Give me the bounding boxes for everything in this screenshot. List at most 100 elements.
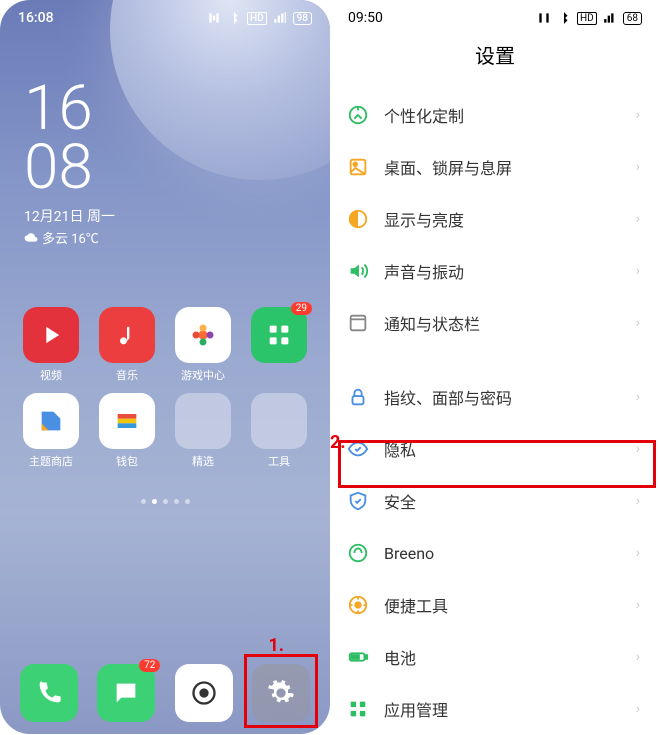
notify-icon <box>346 311 370 335</box>
setting-row-contrast[interactable]: 显示与亮度 › <box>342 193 648 245</box>
badge: 72 <box>139 659 160 672</box>
flower-icon <box>189 321 217 349</box>
hd-icon: HD <box>577 12 597 25</box>
chevron-right-icon: › <box>636 701 640 717</box>
camera-icon <box>190 679 218 707</box>
app-unknown[interactable]: 29 <box>244 307 314 383</box>
apps-row-1: 视频 音乐 游戏中心 29 主题商店 钱包 <box>0 247 330 475</box>
picture-icon <box>346 155 370 179</box>
page-indicator <box>0 499 330 504</box>
dock-messages[interactable]: 72 <box>97 664 155 722</box>
dock-camera[interactable] <box>175 664 233 722</box>
date-label: 12月21日 周一 <box>24 206 330 226</box>
hd-icon: HD <box>247 12 267 25</box>
setting-label: 声音与振动 <box>384 259 636 283</box>
grid-icon <box>265 321 293 349</box>
chat-icon <box>112 679 140 707</box>
app-game-center[interactable]: 游戏中心 <box>168 307 238 383</box>
chevron-right-icon: › <box>636 211 640 227</box>
setting-row-lock[interactable]: 指纹、面部与密码 › <box>342 371 648 423</box>
chevron-right-icon: › <box>636 263 640 279</box>
setting-label: 电池 <box>384 645 636 669</box>
setting-row-battery[interactable]: 电池 › <box>342 631 648 683</box>
setting-row-privacy[interactable]: 隐私 › <box>342 423 648 475</box>
nfc-icon <box>207 11 221 25</box>
step-2-label: 2. <box>330 432 346 453</box>
bluetooth-icon <box>557 11 571 25</box>
setting-label: 便捷工具 <box>384 593 636 617</box>
app-video[interactable]: 视频 <box>16 307 86 383</box>
clock-minutes: 08 <box>24 139 330 198</box>
chevron-right-icon: › <box>636 441 640 457</box>
setting-label: 个性化定制 <box>384 103 636 127</box>
setting-row-breeno[interactable]: Breeno › <box>342 527 648 579</box>
folder-featured[interactable]: 精选 <box>168 393 238 469</box>
home-screen: 16:08 HD 98 16 08 12月21日 周一 多云 16℃ 视频 音乐… <box>0 0 330 734</box>
status-time: 16:08 <box>18 10 54 26</box>
setting-row-picture[interactable]: 桌面、锁屏与息屏 › <box>342 141 648 193</box>
battery-icon <box>346 645 370 669</box>
status-bar-left: 16:08 HD 98 <box>0 0 330 30</box>
page-title: 设置 <box>330 30 660 89</box>
settings-screen: 09:50 HD 68 设置 个性化定制 › 桌面、锁屏与息屏 › 显示与亮度 … <box>330 0 660 734</box>
status-icons-left: HD 98 <box>207 10 312 26</box>
compass-icon <box>346 103 370 127</box>
brush-icon <box>37 407 65 435</box>
apps-icon <box>346 697 370 721</box>
chevron-right-icon: › <box>636 597 640 613</box>
setting-label: 通知与状态栏 <box>384 311 636 335</box>
setting-row-notify[interactable]: 通知与状态栏 › <box>342 297 648 349</box>
music-note-icon <box>113 321 141 349</box>
app-music[interactable]: 音乐 <box>92 307 162 383</box>
lock-icon <box>346 385 370 409</box>
chevron-right-icon: › <box>636 315 640 331</box>
bluetooth-icon <box>227 11 241 25</box>
badge: 29 <box>291 302 312 315</box>
chevron-right-icon: › <box>636 107 640 123</box>
app-theme-store[interactable]: 主题商店 <box>16 393 86 469</box>
phone-icon <box>35 679 63 707</box>
chevron-right-icon: › <box>636 159 640 175</box>
breeno-icon <box>346 541 370 565</box>
setting-label: 隐私 <box>384 437 636 461</box>
chevron-right-icon: › <box>636 545 640 561</box>
setting-label: Breeno <box>384 544 636 563</box>
battery-icon: 98 <box>293 12 312 25</box>
signal-icon <box>603 11 617 25</box>
play-icon <box>37 321 65 349</box>
setting-row-sound[interactable]: 声音与振动 › <box>342 245 648 297</box>
setting-label: 安全 <box>384 489 636 513</box>
status-bar-right: 09:50 HD 68 <box>330 0 660 30</box>
folder-tools[interactable]: 工具 <box>244 393 314 469</box>
step-1-label: 1. <box>268 635 284 656</box>
privacy-icon <box>346 437 370 461</box>
battery-icon: 68 <box>623 12 642 25</box>
contrast-icon <box>346 207 370 231</box>
dock-phone[interactable] <box>20 664 78 722</box>
wallet-icon <box>113 407 141 435</box>
setting-label: 桌面、锁屏与息屏 <box>384 155 636 179</box>
settings-list: 个性化定制 › 桌面、锁屏与息屏 › 显示与亮度 › 声音与振动 › 通知与状态… <box>330 89 660 735</box>
tool-icon <box>346 593 370 617</box>
dock: 72 <box>12 664 318 722</box>
chevron-right-icon: › <box>636 493 640 509</box>
dock-settings[interactable] <box>252 664 310 722</box>
setting-label: 应用管理 <box>384 697 636 721</box>
chevron-right-icon: › <box>636 389 640 405</box>
gear-icon <box>267 679 295 707</box>
weather-label: 多云 16℃ <box>24 228 330 247</box>
chevron-right-icon: › <box>636 649 640 665</box>
setting-row-apps[interactable]: 应用管理 › <box>342 683 648 735</box>
app-wallet[interactable]: 钱包 <box>92 393 162 469</box>
status-time: 09:50 <box>348 10 383 26</box>
clock-widget: 16 08 12月21日 周一 多云 16℃ <box>0 30 330 247</box>
setting-row-tool[interactable]: 便捷工具 › <box>342 579 648 631</box>
sound-icon <box>346 259 370 283</box>
status-icons-right: HD 68 <box>537 10 642 26</box>
signal-icon <box>273 11 287 25</box>
cloud-icon <box>24 230 38 244</box>
shield-icon <box>346 489 370 513</box>
setting-row-shield[interactable]: 安全 › <box>342 475 648 527</box>
setting-label: 指纹、面部与密码 <box>384 385 636 409</box>
setting-row-compass[interactable]: 个性化定制 › <box>342 89 648 141</box>
